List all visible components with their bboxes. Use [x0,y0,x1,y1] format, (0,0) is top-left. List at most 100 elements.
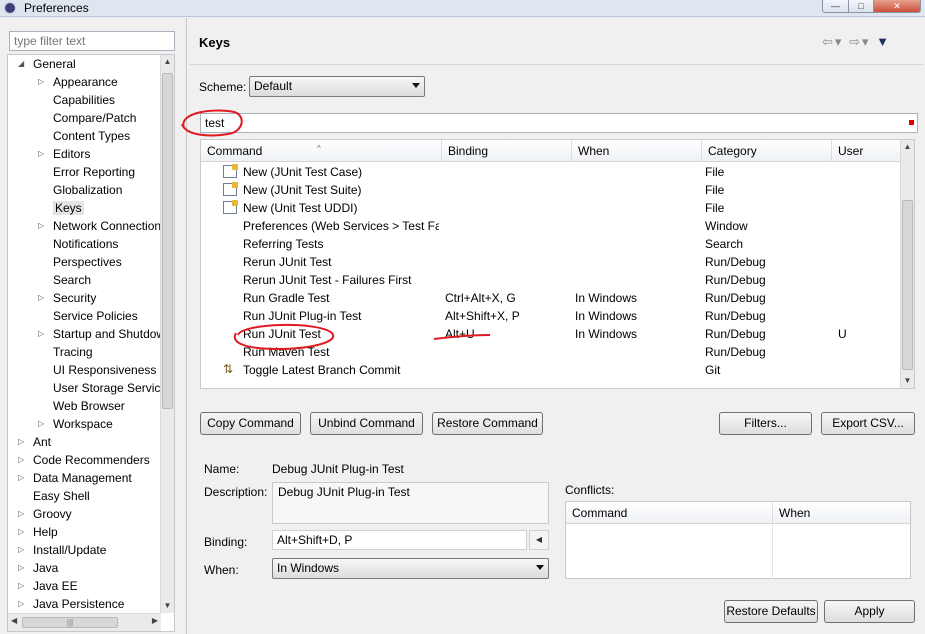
scroll-up-icon[interactable]: ▲ [161,55,174,69]
tree-item[interactable]: ▷ Code Recommenders [18,451,150,469]
clear-icon[interactable] [909,120,914,125]
tree-vertical-scrollbar[interactable]: ▲ ▼ [160,55,174,613]
pane-splitter[interactable] [186,18,187,634]
collapsed-arrow-icon[interactable]: ▷ [18,456,26,464]
scroll-down-icon[interactable]: ▼ [161,599,174,613]
minimize-button[interactable]: — [822,0,849,13]
export-csv-button[interactable]: Export CSV... [821,412,915,435]
tree-item[interactable]: Error Reporting [38,163,135,181]
table-row[interactable]: New (JUnit Test Suite) File [201,181,901,199]
tree-item[interactable]: Web Browser [38,397,125,415]
unbind-command-button[interactable]: Unbind Command [310,412,423,435]
conflicts-column-command[interactable]: Command [566,502,773,524]
collapsed-arrow-icon[interactable]: ▷ [38,294,46,302]
filters-button[interactable]: Filters... [719,412,812,435]
collapsed-arrow-icon[interactable]: ▷ [18,582,26,590]
apply-button[interactable]: Apply [824,600,915,623]
column-command[interactable]: Command ^ [201,140,442,162]
expanded-arrow-icon[interactable]: ◢ [18,60,26,68]
tree-item[interactable]: ▷ Ant [18,433,51,451]
back-icon[interactable]: ⇦ [822,34,835,49]
scroll-right-icon[interactable]: ▶ [152,616,158,625]
tree-item[interactable]: ▷ Startup and Shutdown [38,325,172,343]
collapsed-arrow-icon[interactable]: ▷ [18,528,26,536]
tree-item[interactable]: User Storage Service [38,379,167,397]
collapsed-arrow-icon[interactable]: ▷ [18,600,26,608]
table-row[interactable]: Run Maven Test Run/Debug [201,343,901,361]
collapsed-arrow-icon[interactable]: ▷ [18,438,26,446]
restore-command-button[interactable]: Restore Command [432,412,543,435]
column-user[interactable]: User [832,140,901,162]
collapsed-arrow-icon[interactable]: ▷ [38,420,46,428]
tree-item[interactable]: UI Responsiveness Monitoring [38,361,174,379]
copy-command-button[interactable]: Copy Command [200,412,301,435]
when-select[interactable]: In Windows [272,558,549,579]
tree-item[interactable]: Capabilities [38,91,115,109]
scroll-thumb[interactable]: ||| [22,617,118,628]
command-search-input[interactable]: test [200,113,918,133]
tree-item[interactable]: ▷ Java Persistence [18,595,124,613]
tree-item[interactable]: ▷ Data Management [18,469,132,487]
column-category[interactable]: Category [702,140,832,162]
table-row[interactable]: New (JUnit Test Case) File [201,163,901,181]
tree-item[interactable]: ▷ Appearance [38,73,118,91]
table-row[interactable]: Run Gradle Test Ctrl+Alt+X, G In Windows Ru… [201,289,901,307]
table-row[interactable]: Run JUnit Plug-in Test Alt+Shift+X, P In W… [201,307,901,325]
binding-menu-icon[interactable]: ◀ [529,530,549,550]
tree-item[interactable]: Keys [38,199,84,217]
tree-item[interactable]: Tracing [38,343,93,361]
collapsed-arrow-icon[interactable]: ▷ [18,510,26,518]
back-menu-icon[interactable]: ▾ [835,34,844,49]
scroll-left-icon[interactable]: ◀ [11,616,17,625]
tree-item[interactable]: ▷ Help [18,523,58,541]
collapsed-arrow-icon[interactable]: ▷ [38,222,46,230]
tree-item[interactable]: ▷ Network Connection [38,217,161,235]
tree-item[interactable]: Easy Shell [18,487,90,505]
close-button[interactable]: ✕ [873,0,921,13]
table-row[interactable]: Rerun JUnit Test Run/Debug [201,253,901,271]
collapsed-arrow-icon[interactable]: ▷ [18,564,26,572]
tree-item[interactable]: ▷ Install/Update [18,541,106,559]
collapsed-arrow-icon[interactable]: ▷ [38,330,46,338]
filter-input[interactable] [9,31,175,51]
collapsed-arrow-icon[interactable]: ▷ [18,546,26,554]
restore-defaults-button[interactable]: Restore Defaults [724,600,818,623]
table-row[interactable]: Run JUnit Test Alt+U In Windows Run/Debug U [201,325,901,343]
tree-item[interactable]: ▷ Security [38,289,96,307]
tree-item[interactable]: Search [38,271,91,289]
table-row[interactable]: Preferences (Web Services > Test Facilit… [201,217,901,235]
tree-item[interactable]: ▷ Editors [38,145,90,163]
maximize-button[interactable]: □ [848,0,874,13]
scroll-down-icon[interactable]: ▼ [901,374,914,388]
collapsed-arrow-icon[interactable]: ▷ [38,150,46,158]
conflicts-column-when[interactable]: When [773,502,910,524]
scroll-thumb[interactable] [902,200,913,370]
tree-item[interactable]: Globalization [38,181,122,199]
binding-input[interactable]: Alt+Shift+D, P [272,530,527,550]
tree-item[interactable]: ▷ Workspace [38,415,113,433]
column-binding[interactable]: Binding [442,140,572,162]
forward-menu-icon[interactable]: ▾ [862,34,871,49]
table-row[interactable]: ⇅ Toggle Latest Branch Commit Git [201,361,901,379]
tree-item[interactable]: ▷ Java EE [18,577,78,595]
tree-item[interactable]: ◢ General [18,55,76,73]
tree-item[interactable]: Perspectives [38,253,122,271]
table-row[interactable]: Referring Tests Search [201,235,901,253]
table-row[interactable]: Rerun JUnit Test - Failures First Run/Deb… [201,271,901,289]
scroll-up-icon[interactable]: ▲ [901,140,914,154]
tree-item[interactable]: Service Policies [38,307,138,325]
table-row[interactable]: New (Unit Test UDDI) File [201,199,901,217]
collapsed-arrow-icon[interactable]: ▷ [18,474,26,482]
tree-item[interactable]: ▷ Java [18,559,58,577]
collapsed-arrow-icon[interactable]: ▷ [38,78,46,86]
tree-item[interactable]: Content Types [38,127,130,145]
tree-item[interactable]: ▷ Groovy [18,505,72,523]
tree-item[interactable]: Compare/Patch [38,109,136,127]
column-when[interactable]: When [572,140,702,162]
view-menu-icon[interactable]: ▼ [876,34,891,49]
table-vertical-scrollbar[interactable]: ▲ ▼ [900,140,914,388]
scheme-select[interactable]: Default [249,76,425,97]
forward-icon[interactable]: ⇨ [849,34,862,49]
tree-item[interactable]: Notifications [38,235,118,253]
scroll-thumb[interactable] [162,73,173,409]
